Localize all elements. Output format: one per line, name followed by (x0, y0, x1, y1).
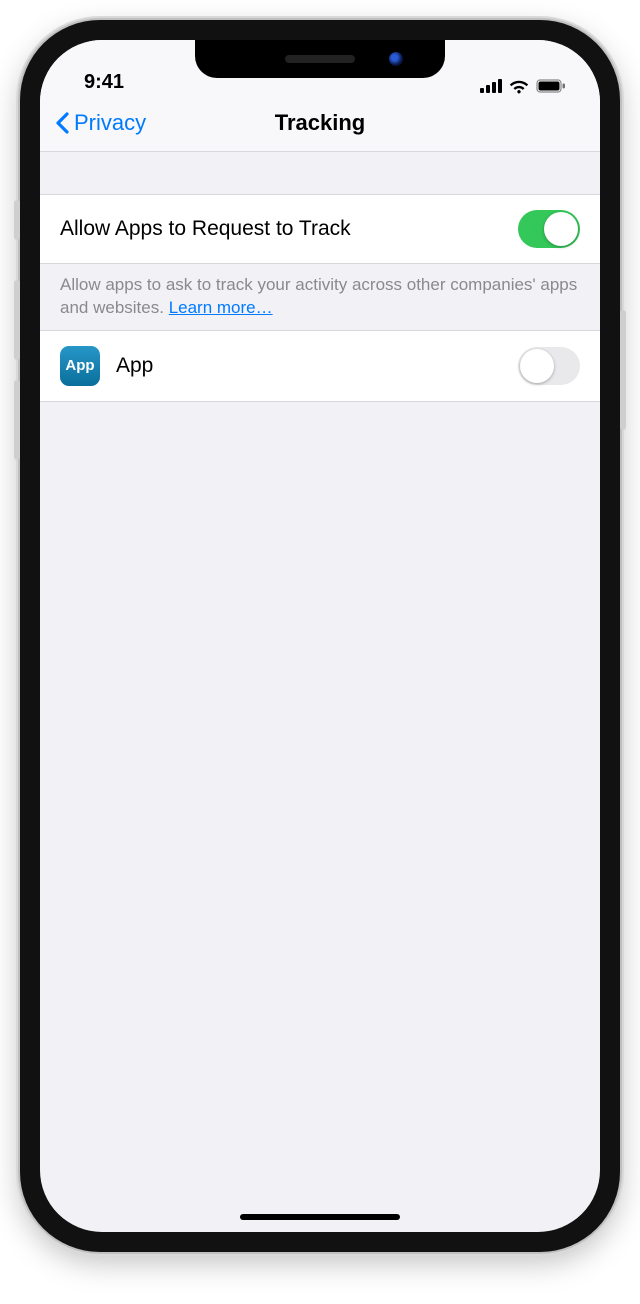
side-button (620, 310, 626, 430)
back-label: Privacy (74, 110, 146, 136)
side-button (14, 380, 20, 460)
allow-tracking-row: Allow Apps to Request to Track (40, 194, 600, 264)
app-icon: App (60, 346, 100, 386)
notch (195, 40, 445, 78)
cellular-icon (480, 79, 502, 93)
status-right (480, 78, 566, 94)
spacer (40, 152, 600, 194)
home-indicator[interactable] (240, 1214, 400, 1220)
side-button (14, 200, 20, 240)
app-row: App App (40, 330, 600, 402)
footer-description: Allow apps to ask to track your activity… (40, 264, 600, 330)
page-title: Tracking (275, 110, 365, 136)
app-toggle[interactable] (518, 347, 580, 385)
side-button (14, 280, 20, 360)
learn-more-link[interactable]: Learn more… (169, 298, 273, 317)
app-name: App (116, 354, 518, 378)
speaker-grille (285, 55, 355, 63)
battery-icon (536, 79, 566, 93)
nav-bar: Privacy Tracking (40, 94, 600, 152)
front-camera (389, 52, 403, 66)
back-button[interactable]: Privacy (54, 110, 146, 136)
allow-tracking-toggle[interactable] (518, 210, 580, 248)
screen: 9:41 (40, 40, 600, 1232)
wifi-icon (508, 78, 530, 94)
device-frame: 9:41 (20, 20, 620, 1252)
footer-text: Allow apps to ask to track your activity… (60, 275, 577, 317)
allow-tracking-label: Allow Apps to Request to Track (60, 217, 518, 241)
status-time: 9:41 (84, 71, 124, 94)
chevron-left-icon (54, 111, 70, 135)
